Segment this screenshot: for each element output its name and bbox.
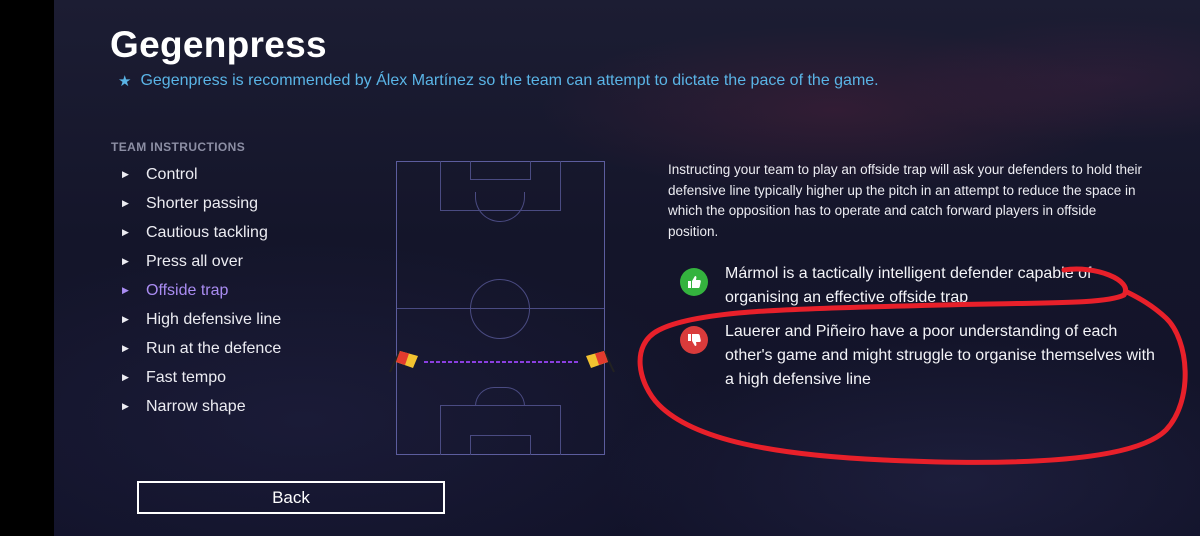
negative-feedback: Lauerer and Piñeiro have a poor understa… — [680, 320, 1155, 392]
instruction-item-shorter-passing[interactable]: ▶ Shorter passing — [122, 189, 281, 218]
bottom-penalty-arc — [475, 387, 525, 406]
tactics-screen: Gegenpress ★ Gegenpress is recommended b… — [54, 0, 1200, 536]
instruction-item-fast-tempo[interactable]: ▶ Fast tempo — [122, 363, 281, 392]
linesman-flag-right-icon — [586, 350, 615, 373]
arrow-right-icon: ▶ — [122, 169, 129, 179]
thumbs-up-icon — [680, 268, 708, 296]
instruction-item-cautious-tackling[interactable]: ▶ Cautious tackling — [122, 218, 281, 247]
recommendation-subtitle: ★ Gegenpress is recommended by Álex Mart… — [118, 72, 879, 90]
instruction-label: Offside trap — [146, 281, 229, 299]
device-black-bar — [0, 0, 54, 536]
instruction-label: Shorter passing — [146, 194, 259, 212]
instruction-label: Press all over — [146, 252, 243, 270]
instruction-label: Run at the defence — [146, 339, 282, 357]
pitch-diagram — [396, 161, 605, 455]
instruction-item-offside-trap[interactable]: ▶ Offside trap — [122, 276, 281, 305]
arrow-right-icon: ▶ — [122, 285, 129, 295]
instruction-label: Narrow shape — [146, 397, 246, 415]
instruction-label: Control — [146, 165, 198, 183]
linesman-flag-left-icon — [389, 350, 418, 373]
top-goal-box — [470, 161, 531, 180]
instruction-label: Cautious tackling — [146, 223, 268, 241]
arrow-right-icon: ▶ — [122, 227, 129, 237]
instruction-item-press-all-over[interactable]: ▶ Press all over — [122, 247, 281, 276]
bottom-goal-box — [470, 435, 531, 455]
positive-feedback: Mármol is a tactically intelligent defen… — [680, 262, 1155, 310]
instruction-description: Instructing your team to play an offside… — [668, 162, 1143, 239]
page-title: Gegenpress — [110, 24, 327, 65]
centre-circle — [470, 279, 530, 339]
instruction-item-narrow-shape[interactable]: ▶ Narrow shape — [122, 392, 281, 421]
instruction-item-high-defensive-line[interactable]: ▶ High defensive line — [122, 305, 281, 334]
arrow-right-icon: ▶ — [122, 256, 129, 266]
instruction-item-run-at-the-defence[interactable]: ▶ Run at the defence — [122, 334, 281, 363]
thumbs-down-icon — [680, 326, 708, 354]
instructions-list: ▶ Control ▶ Shorter passing ▶ Cautious t… — [122, 160, 281, 421]
arrow-right-icon: ▶ — [122, 372, 129, 382]
instruction-item-control[interactable]: ▶ Control — [122, 160, 281, 189]
arrow-right-icon: ▶ — [122, 314, 129, 324]
negative-feedback-text: Lauerer and Piñeiro have a poor understa… — [725, 323, 1155, 388]
arrow-right-icon: ▶ — [122, 401, 129, 411]
instruction-label: Fast tempo — [146, 368, 227, 386]
star-icon: ★ — [118, 73, 132, 90]
subtitle-text: Gegenpress is recommended by Álex Martín… — [140, 72, 879, 89]
positive-feedback-text: Mármol is a tactically intelligent defen… — [725, 265, 1092, 306]
instruction-label: High defensive line — [146, 310, 282, 328]
instructions-header: TEAM INSTRUCTIONS — [111, 140, 246, 154]
arrow-right-icon: ▶ — [122, 198, 129, 208]
arrow-right-icon: ▶ — [122, 343, 129, 353]
back-button[interactable]: Back — [137, 481, 445, 514]
top-penalty-arc — [475, 192, 525, 222]
